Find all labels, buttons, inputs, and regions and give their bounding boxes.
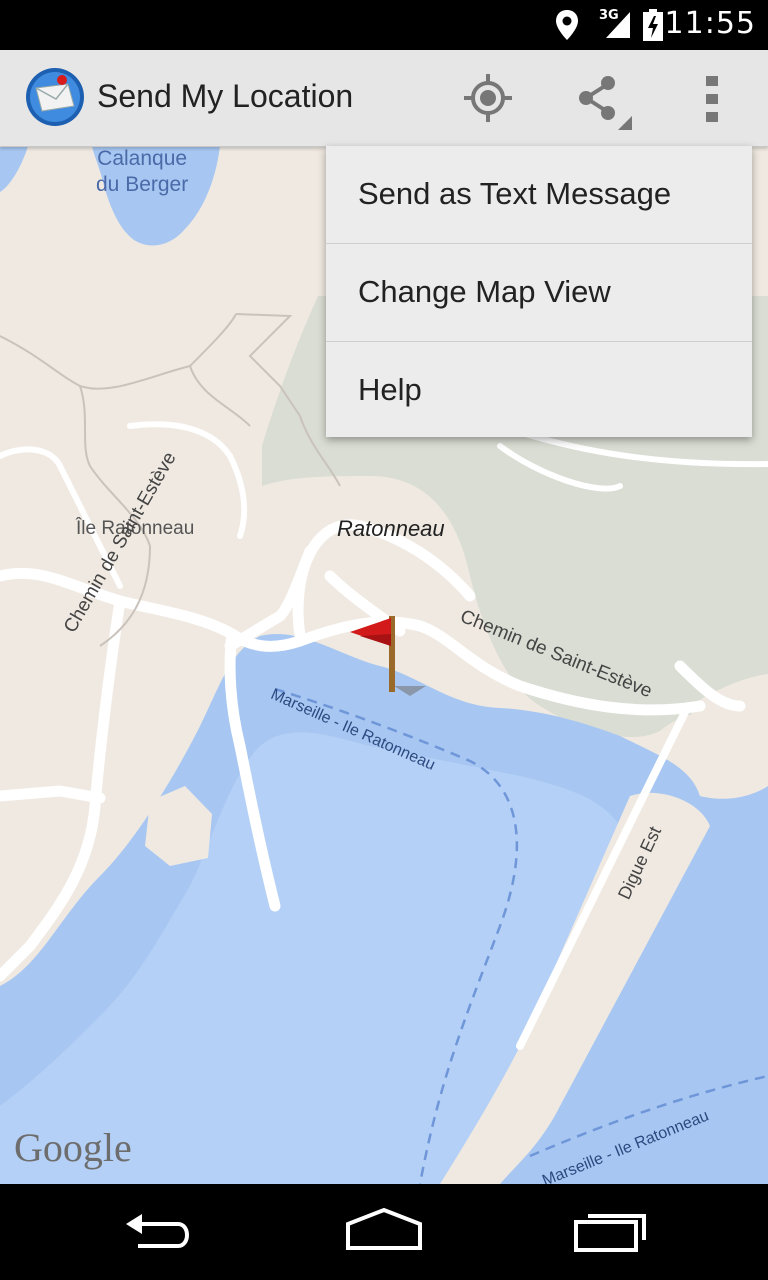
map-label-ratonneau: Ratonneau xyxy=(337,516,445,541)
menu-item-help[interactable]: Help xyxy=(326,342,752,439)
navigation-bar xyxy=(0,1184,768,1280)
overflow-menu: Send as Text Message Change Map View Hel… xyxy=(326,146,752,437)
signal-icon xyxy=(606,12,630,38)
menu-item-send-text[interactable]: Send as Text Message xyxy=(326,146,752,243)
back-icon xyxy=(126,1214,189,1248)
share-icon xyxy=(579,76,632,130)
status-bar: 3G 11:55 xyxy=(0,0,768,50)
menu-item-label: Change Map View xyxy=(358,274,611,309)
recent-apps-button[interactable] xyxy=(560,1202,660,1262)
clock: 11:55 xyxy=(664,6,756,41)
my-location-button[interactable] xyxy=(458,68,518,128)
map-label-calanque: Calanque du Berger xyxy=(96,147,189,196)
app-logo-icon xyxy=(26,68,84,126)
crosshair-icon xyxy=(464,74,512,122)
action-bar: Send My Location xyxy=(0,50,768,147)
share-button[interactable] xyxy=(568,68,632,130)
home-icon xyxy=(346,1207,422,1250)
home-button[interactable] xyxy=(334,1202,434,1262)
menu-item-label: Help xyxy=(358,372,422,407)
recent-apps-icon xyxy=(574,1214,646,1252)
overflow-menu-icon xyxy=(706,76,718,122)
google-watermark: Google xyxy=(14,1125,132,1170)
app-title: Send My Location xyxy=(97,78,354,114)
overflow-menu-button[interactable] xyxy=(682,68,742,128)
menu-item-change-map-view[interactable]: Change Map View xyxy=(326,244,752,341)
battery-icon xyxy=(643,9,663,41)
location-icon xyxy=(556,10,578,40)
menu-item-label: Send as Text Message xyxy=(358,176,672,211)
back-button[interactable] xyxy=(108,1202,208,1262)
